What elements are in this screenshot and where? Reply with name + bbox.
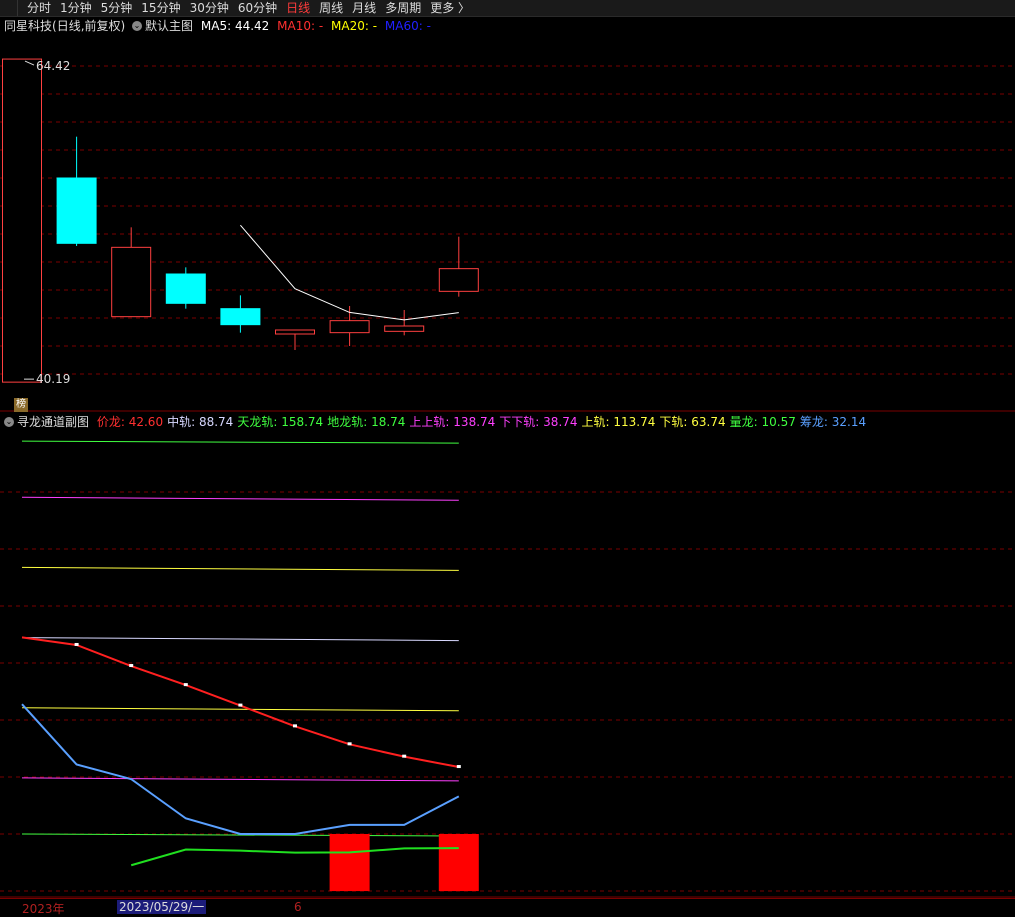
candle-body[interactable] xyxy=(220,308,261,326)
rank-badge[interactable]: 榜 xyxy=(14,398,28,412)
axis-month-label: 6 xyxy=(294,900,302,914)
candle-body[interactable] xyxy=(275,329,315,335)
volume-dragon-bar xyxy=(438,833,479,892)
sub-legend-label-9: 筹龙: xyxy=(799,415,828,429)
ma10-value: - xyxy=(318,19,324,33)
sub-legend-value-9: 32.14 xyxy=(831,415,867,429)
chevron-down-icon[interactable]: ⌄ xyxy=(132,20,143,31)
sub-legend-label-2: 天龙轨: xyxy=(237,415,278,429)
sub-chart-legend: ⌄ 寻龙通道副图 价龙: 42.60 中轨: 88.74 天龙轨: 158.74 地龙轨… xyxy=(4,413,870,431)
chevron-down-icon[interactable]: ⌄ xyxy=(4,416,14,427)
sub-legend-value-8: 10.57 xyxy=(761,415,796,429)
sub-legend-label-0: 价龙: xyxy=(96,415,125,429)
sky-rail-line xyxy=(21,440,459,444)
price-dragon-marker xyxy=(347,742,352,746)
candle-body[interactable] xyxy=(56,177,97,244)
sub-legend-label-4: 上上轨: xyxy=(409,415,450,429)
sub-legend-value-6: 113.74 xyxy=(613,415,656,429)
ma20-label: MA20: xyxy=(331,19,369,33)
volume-dragon-bar xyxy=(329,833,370,892)
sub-legend-value-2: 158.74 xyxy=(281,415,324,429)
candle-body[interactable] xyxy=(329,320,370,334)
chart-period: (日线,前复权) xyxy=(52,19,126,33)
stock-name: 同星科技 xyxy=(4,19,53,33)
sub-legend-label-1: 中轨: xyxy=(167,415,196,429)
sub-legend-value-0: 42.60 xyxy=(128,415,164,429)
sub-legend-value-4: 138.74 xyxy=(453,415,496,429)
sub-legend-value-7: 63.74 xyxy=(691,415,726,429)
lower-rail-line xyxy=(21,707,459,712)
kline-chart[interactable]: 64.42 40.19 xyxy=(0,0,1015,914)
price-dragon-marker xyxy=(238,703,243,707)
ma60-label: MA60: xyxy=(384,19,423,33)
sub-legend-label-7: 下轨: xyxy=(659,415,688,429)
price-dragon-marker xyxy=(456,765,461,769)
ma5-label: MA5: xyxy=(200,19,232,33)
ma20-value: - xyxy=(372,19,378,33)
middle-rail-line xyxy=(21,637,459,642)
volume-dragon-line xyxy=(130,847,459,867)
upper-upper-rail-line xyxy=(21,496,459,501)
sub-legend-value-5: 38.74 xyxy=(543,415,578,429)
ma60-value: - xyxy=(426,19,431,33)
crosshair-date-label: 2023/05/29/一 xyxy=(117,900,207,914)
candle-body[interactable] xyxy=(111,246,152,318)
axis-year-label: 2023年 xyxy=(22,902,65,916)
sub-legend-value-1: 88.74 xyxy=(198,415,234,429)
price-dragon-marker xyxy=(183,683,188,687)
chip-dragon-line xyxy=(21,703,460,835)
sub-legend-label-8: 量龙: xyxy=(729,415,758,429)
price-dragon-line xyxy=(21,636,459,769)
sub-legend-value-3: 18.74 xyxy=(371,415,406,429)
main-chart-legend: 同星科技(日线,前复权) ⌄ 默认主图 MA5: 44.42 MA10: - MA… xyxy=(4,17,431,35)
ma5-line xyxy=(240,224,459,321)
candle-body[interactable] xyxy=(384,325,425,332)
upper-rail-line xyxy=(21,566,459,571)
main-indicator-name[interactable]: 默认主图 xyxy=(145,19,193,33)
price-dragon-marker xyxy=(129,664,134,668)
low-price-label: 40.19 xyxy=(36,372,70,386)
price-dragon-marker xyxy=(402,754,407,758)
lower-lower-rail-line xyxy=(21,777,459,782)
candle-body[interactable] xyxy=(165,273,206,304)
high-price-label: 64.42 xyxy=(36,59,70,73)
price-dragon-marker xyxy=(293,724,297,728)
sub-legend-label-3: 地龙轨: xyxy=(327,415,368,429)
date-axis: 2023年 2023/05/29/一 6 xyxy=(0,898,1015,916)
ma5-value: 44.42 xyxy=(234,19,270,33)
candle-body[interactable] xyxy=(2,58,42,383)
ma10-label: MA10: xyxy=(277,19,316,33)
sub-indicator-name[interactable]: 寻龙通道副图 xyxy=(17,415,89,429)
sub-legend-label-5: 下下轨: xyxy=(499,415,540,429)
sub-legend-label-6: 上轨: xyxy=(581,415,610,429)
price-dragon-marker xyxy=(74,642,79,646)
candle-body[interactable] xyxy=(438,268,479,292)
